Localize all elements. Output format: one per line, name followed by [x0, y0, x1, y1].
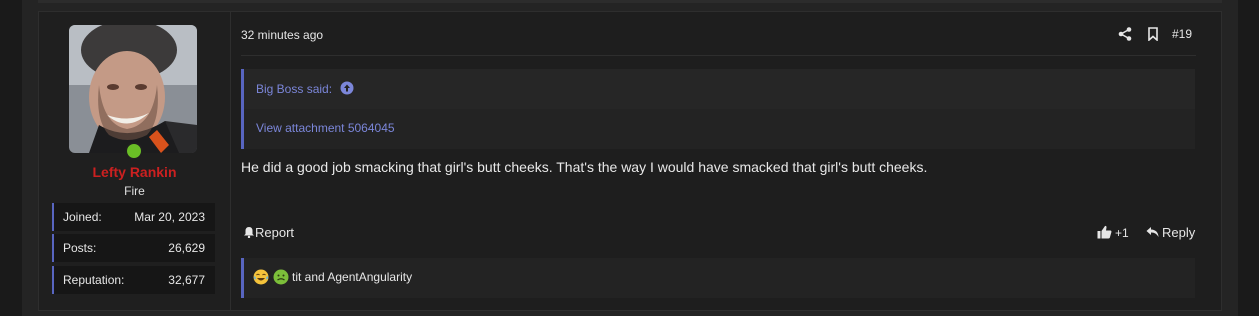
- stat-value: 32,677: [168, 273, 205, 287]
- avatar[interactable]: [69, 25, 197, 153]
- laughing-crying-emoji-icon: [253, 269, 269, 285]
- quote-block: Big Boss said: View attachment 5064045: [241, 69, 1195, 149]
- forum-post: Lefty Rankin Fire Joined: Mar 20, 2023 P…: [38, 11, 1222, 311]
- like-button[interactable]: +1: [1097, 225, 1129, 240]
- post-body: He did a good job smacking that girl's b…: [241, 159, 928, 175]
- post-main: 32 minutes ago #19 Big Boss said: View a…: [231, 12, 1221, 310]
- quote-header: Big Boss said:: [244, 69, 1195, 109]
- stat-reputation: Reputation: 32,677: [52, 266, 215, 294]
- stat-label: Posts:: [63, 241, 97, 255]
- stat-label: Reputation:: [63, 273, 125, 287]
- reply-label: Reply: [1162, 225, 1196, 240]
- nauseated-emoji-icon: [273, 269, 289, 285]
- username[interactable]: Lefty Rankin: [39, 164, 230, 180]
- stat-value: 26,629: [168, 241, 205, 255]
- thumbs-up-icon: [1097, 225, 1112, 239]
- bell-icon: [244, 227, 254, 238]
- reactions-bar[interactable]: tit and AgentAngularity: [241, 258, 1195, 298]
- share-icon[interactable]: [1118, 27, 1132, 41]
- attachment-link[interactable]: View attachment 5064045: [256, 121, 395, 135]
- online-status-indicator: [125, 142, 143, 160]
- reply-button[interactable]: Reply: [1146, 225, 1195, 240]
- avatar-photo: [69, 25, 197, 153]
- stat-label: Joined:: [63, 210, 102, 224]
- user-title: Fire: [124, 184, 145, 198]
- report-button[interactable]: Report: [243, 225, 294, 240]
- reply-arrow-icon: [1146, 227, 1159, 237]
- stat-value: Mar 20, 2023: [134, 210, 205, 224]
- post-number[interactable]: #19: [1172, 27, 1192, 41]
- arrow-up-circle-icon[interactable]: [340, 81, 354, 95]
- quote-author-link[interactable]: Big Boss said:: [256, 82, 332, 96]
- report-label: Report: [255, 225, 295, 240]
- stat-posts: Posts: 26,629: [52, 234, 215, 262]
- user-info-panel: Lefty Rankin Fire Joined: Mar 20, 2023 P…: [39, 12, 230, 310]
- header-divider: [241, 55, 1196, 56]
- post-timestamp[interactable]: 32 minutes ago: [241, 28, 323, 42]
- bookmark-icon[interactable]: [1147, 27, 1159, 41]
- like-count: +1: [1115, 226, 1129, 240]
- stat-joined: Joined: Mar 20, 2023: [52, 203, 215, 231]
- top-divider: [38, 0, 1222, 3]
- reaction-users[interactable]: tit and AgentAngularity: [292, 270, 412, 284]
